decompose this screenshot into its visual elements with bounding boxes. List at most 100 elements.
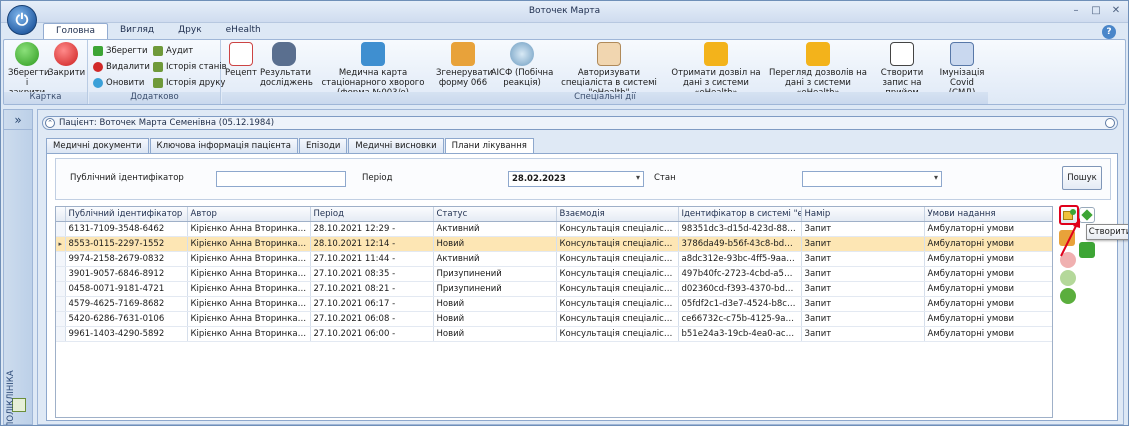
delete-button[interactable]: Видалити [93, 60, 150, 73]
row-indicator[interactable] [56, 266, 66, 282]
column-header[interactable]: Умови надання [924, 207, 1052, 222]
prescription-button[interactable]: Рецепт [224, 42, 258, 78]
table-cell[interactable]: Новий [433, 236, 557, 252]
table-cell[interactable]: b51e24a3-19cb-4ea0-ac55-... [678, 326, 802, 342]
table-cell[interactable]: 05fdf2c1-d3e7-4524-b8c4-3... [678, 296, 802, 312]
complete-action-button[interactable] [1060, 288, 1076, 304]
table-cell[interactable]: 27.10.2021 11:44 - [310, 251, 434, 267]
table-row[interactable]: 5420-6286-7631-0106 Кірієнко Анна Вторинк… [56, 311, 1052, 327]
view-permissions-button[interactable]: Перегляд дозволів на дані з системи «eHe… [768, 42, 868, 98]
table-cell[interactable]: Кірієнко Анна Вторинка (П... [187, 236, 311, 252]
table-cell[interactable]: Амбулаторні умови [924, 251, 1052, 267]
table-cell[interactable]: 0458-0071-9181-4721 [65, 281, 188, 297]
row-indicator[interactable] [56, 326, 66, 342]
table-row[interactable]: 4579-4625-7169-8682 Кірієнко Анна Вторинк… [56, 296, 1052, 312]
row-indicator[interactable] [56, 311, 66, 327]
period-combo[interactable]: 28.02.2023 [508, 171, 644, 187]
column-header[interactable]: Автор [187, 207, 311, 222]
column-header[interactable]: Намір [801, 207, 925, 222]
table-row[interactable]: 6131-7109-3548-6462 Кірієнко Анна Вторинк… [56, 221, 1052, 237]
table-cell[interactable]: 497b40fc-2723-4cbd-a54f-b... [678, 266, 802, 282]
table-cell[interactable]: Запит [801, 251, 925, 267]
state-combo[interactable] [802, 171, 942, 187]
table-cell[interactable]: Амбулаторні умови [924, 266, 1052, 282]
column-header[interactable]: Публічний ідентифікатор [65, 207, 188, 222]
row-indicator[interactable] [56, 251, 66, 267]
search-button[interactable]: Пошук [1062, 166, 1102, 190]
table-cell[interactable]: 6131-7109-3548-6462 [65, 221, 188, 237]
table-cell[interactable]: Консультація спеціаліста С... [556, 266, 679, 282]
minimize-icon[interactable]: – [1068, 4, 1084, 18]
tab-view[interactable]: Вигляд [108, 23, 166, 40]
table-cell[interactable]: Амбулаторні умови [924, 221, 1052, 237]
table-row[interactable]: ▸ 8553-0115-2297-1552 Кірієнко Анна Вторин… [56, 236, 1052, 252]
authorize-specialist-button[interactable]: Авторизувати спеціаліста в системі "eHea… [558, 42, 660, 98]
table-cell[interactable]: Новий [433, 296, 557, 312]
column-header[interactable]: Період [310, 207, 434, 222]
tab-episodes[interactable]: Епізоди [298, 138, 348, 153]
row-indicator[interactable] [56, 221, 66, 237]
close-icon[interactable]: ✕ [1108, 4, 1124, 18]
row-indicator[interactable] [56, 296, 66, 312]
table-cell[interactable]: Амбулаторні умови [924, 236, 1052, 252]
table-cell[interactable]: Кірієнко Анна Вторинка (П... [187, 326, 311, 342]
table-cell[interactable]: Консультація спеціаліста С... [556, 236, 679, 252]
table-cell[interactable]: Кірієнко Анна Вторинка (П... [187, 296, 311, 312]
table-cell[interactable]: Консультація спеціаліста С... [556, 281, 679, 297]
table-cell[interactable]: 27.10.2021 08:21 - [310, 281, 434, 297]
table-cell[interactable]: Запит [801, 326, 925, 342]
table-cell[interactable]: Консультація спеціаліста С... [556, 221, 679, 237]
table-row[interactable]: 9974-2158-2679-0832 Кірієнко Анна Вторинк… [56, 251, 1052, 267]
create-appointment-button[interactable]: Створити запис на прийом [868, 42, 936, 98]
table-cell[interactable]: Запит [801, 236, 925, 252]
table-cell[interactable]: 27.10.2021 06:00 - [310, 326, 434, 342]
table-cell[interactable]: Запит [801, 281, 925, 297]
table-cell[interactable]: Запит [801, 311, 925, 327]
generate-form-066-button[interactable]: Згенерувати форму 066 [436, 42, 493, 88]
table-cell[interactable]: Новий [433, 326, 557, 342]
column-header[interactable]: Статус [433, 207, 557, 222]
table-cell[interactable]: 98351dc3-d15d-423d-88b0-... [678, 221, 802, 237]
table-cell[interactable]: Запит [801, 266, 925, 282]
table-cell[interactable]: Амбулаторні умови [924, 281, 1052, 297]
chevron-up-icon[interactable]: ⌃ [45, 118, 55, 128]
table-cell[interactable]: d02360cd-f393-4370-bddf-c... [678, 281, 802, 297]
save-button[interactable]: Зберегти [93, 44, 148, 57]
table-row[interactable]: 3901-9057-6846-8912 Кірієнко Анна Вторинк… [56, 266, 1052, 282]
table-cell[interactable]: Кірієнко Анна Вторинка (П... [187, 221, 311, 237]
table-row[interactable]: 9961-1403-4290-5892 Кірієнко Анна Вторинк… [56, 326, 1052, 342]
table-cell[interactable]: 9974-2158-2679-0832 [65, 251, 188, 267]
table-cell[interactable]: 3901-9057-6846-8912 [65, 266, 188, 282]
tab-ehealth[interactable]: eHealth [214, 23, 273, 40]
table-cell[interactable]: Консультація спеціаліста С... [556, 296, 679, 312]
table-cell[interactable]: Призупинений [433, 266, 557, 282]
app-menu-button[interactable]: ⏻ [7, 5, 37, 35]
get-permission-button[interactable]: Отримати дозвіл на дані з системи «eHeal… [666, 42, 766, 98]
collapse-icon[interactable] [1105, 118, 1115, 128]
table-row[interactable]: 0458-0071-9181-4721 Кірієнко Анна Вторинк… [56, 281, 1052, 297]
audit-button[interactable]: Аудит [153, 44, 193, 57]
table-cell[interactable]: 9961-1403-4290-5892 [65, 326, 188, 342]
table-cell[interactable]: Активний [433, 221, 557, 237]
table-cell[interactable]: Новий [433, 311, 557, 327]
table-cell[interactable]: Амбулаторні умови [924, 296, 1052, 312]
table-cell[interactable]: Кірієнко Анна Вторинка (П... [187, 281, 311, 297]
covid-immunization-button[interactable]: Імунізація Covid (СМД) [936, 42, 988, 98]
test-results-button[interactable]: Результати досліджень [260, 42, 313, 88]
table-cell[interactable]: Амбулаторні умови [924, 311, 1052, 327]
help-icon[interactable]: ? [1102, 25, 1116, 39]
tab-key-info[interactable]: Ключова інформація пацієнта [149, 138, 298, 153]
table-cell[interactable]: Кірієнко Анна Вторинка (П... [187, 251, 311, 267]
maximize-icon[interactable]: □ [1088, 4, 1104, 18]
table-cell[interactable]: 27.10.2021 06:17 - [310, 296, 434, 312]
state-history-button[interactable]: Історія станів [153, 60, 227, 73]
table-cell[interactable]: Амбулаторні умови [924, 326, 1052, 342]
table-cell[interactable]: Кірієнко Анна Вторинка (П... [187, 311, 311, 327]
expand-nav-button[interactable]: » [4, 110, 32, 130]
public-id-input[interactable] [216, 171, 346, 187]
row-indicator[interactable]: ▸ [56, 236, 66, 252]
tab-print[interactable]: Друк [166, 23, 214, 40]
table-cell[interactable]: 4579-4625-7169-8682 [65, 296, 188, 312]
table-cell[interactable]: a8dc312e-93bc-4ff5-9aa8-e... [678, 251, 802, 267]
table-cell[interactable]: 27.10.2021 06:08 - [310, 311, 434, 327]
